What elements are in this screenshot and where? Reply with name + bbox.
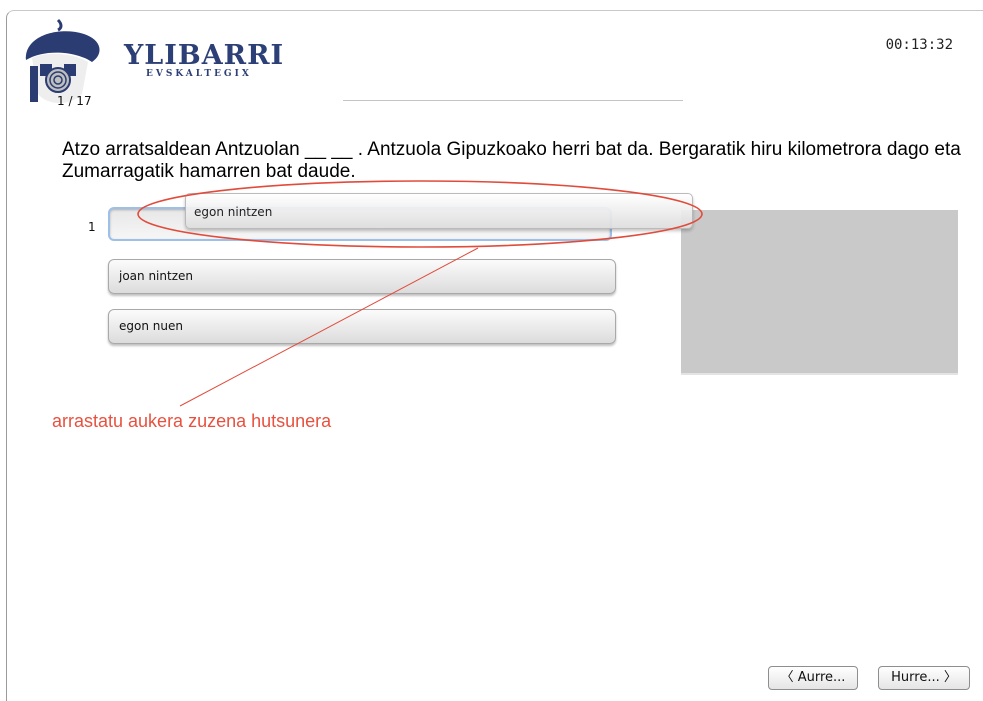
drop-slot-number: 1: [88, 220, 96, 234]
page-counter: 1 / 17: [57, 94, 92, 108]
next-button[interactable]: Hurre... 〉: [878, 666, 970, 690]
brand-subtitle: EVSKALTEGIX: [146, 69, 252, 79]
image-placeholder: [681, 210, 958, 375]
question-text: Atzo arratsaldean Antzuolan __ __ . Antz…: [62, 139, 961, 182]
option-egon-nintzen-dragging[interactable]: egon nintzen: [185, 193, 693, 229]
previous-button[interactable]: 〈 Aurre...: [768, 666, 858, 690]
timer: 00:13:32: [885, 37, 953, 53]
brand-logo-text: YLIBARRI EVSKALTEGIX: [124, 42, 284, 79]
option-egon-nuen[interactable]: egon nuen: [108, 309, 616, 344]
progress-line: [343, 100, 683, 101]
option-joan-nintzen[interactable]: joan nintzen: [108, 259, 616, 294]
brand-title: YLIBARRI: [124, 40, 285, 71]
annotation-hint-text: arrastatu aukera zuzena hutsunera: [52, 411, 332, 431]
